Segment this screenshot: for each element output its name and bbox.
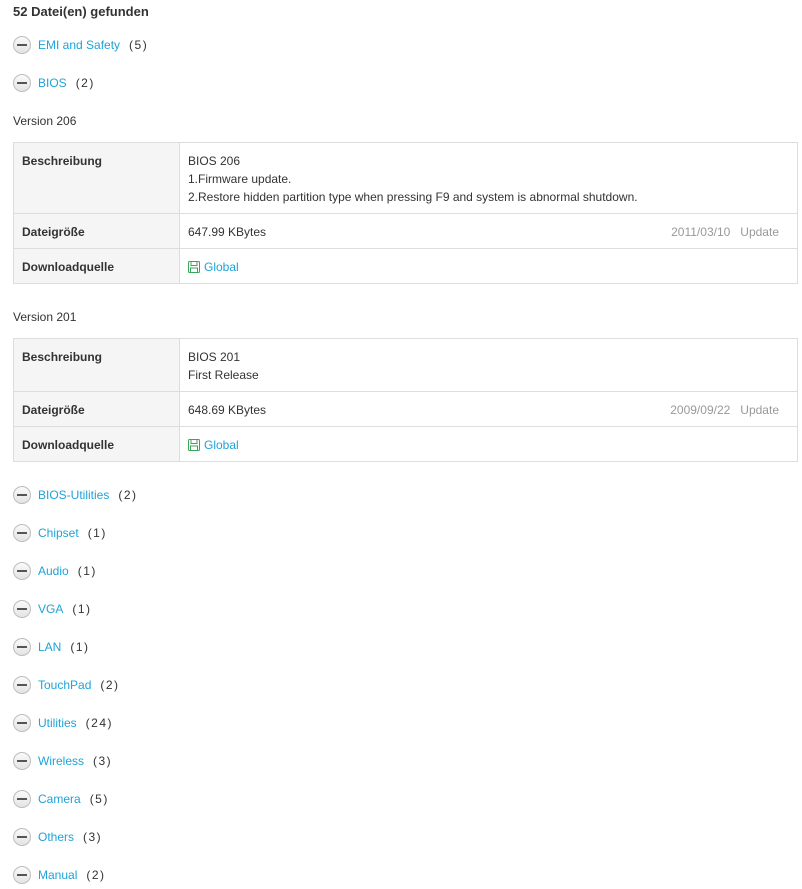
category-count: (5) <box>89 792 109 806</box>
category-wireless: Wireless (3) <box>13 751 112 771</box>
description-line: First Release <box>188 368 259 382</box>
release-date: 2011/03/10 <box>671 225 731 239</box>
category-link-bios[interactable]: BIOS <box>38 76 67 90</box>
category-count: (24) <box>85 716 114 730</box>
filesize-row: Dateigröße 648.69 KBytes 2009/09/22 Updat… <box>13 391 798 427</box>
category-link-touchpad[interactable]: TouchPad <box>38 678 91 692</box>
category-count: (2) <box>118 488 138 502</box>
category-link-others[interactable]: Others <box>38 830 74 844</box>
category-link-vga[interactable]: VGA <box>38 602 63 616</box>
category-audio: Audio (1) <box>13 561 97 581</box>
category-count: (1) <box>77 564 97 578</box>
update-text: Update <box>740 403 779 417</box>
collapse-minus-icon[interactable] <box>13 752 31 770</box>
category-link-audio[interactable]: Audio <box>38 564 69 578</box>
file-size: 647.99 KBytes <box>188 225 267 239</box>
category-bios-utilities: BIOS-Utilities (2) <box>13 485 138 505</box>
file-size: 648.69 KBytes <box>188 403 267 417</box>
category-count: (3) <box>83 830 103 844</box>
category-link-camera[interactable]: Camera <box>38 792 81 806</box>
description-value: BIOS 201 First Release <box>180 339 798 392</box>
category-count: (1) <box>70 640 90 654</box>
download-row: Downloadquelle Global <box>13 248 798 284</box>
filesize-label: Dateigröße <box>13 391 180 427</box>
filesize-label: Dateigröße <box>13 213 180 249</box>
category-count: (3) <box>93 754 113 768</box>
filesize-value: 648.69 KBytes 2009/09/22 Update <box>179 391 798 427</box>
update-text: Update <box>740 225 779 239</box>
description-row: Beschreibung BIOS 201 First Release <box>13 338 798 392</box>
category-count: (5) <box>129 38 149 52</box>
floppy-disk-icon <box>188 439 200 451</box>
collapse-minus-icon[interactable] <box>13 600 31 618</box>
download-global-link[interactable]: Global <box>188 258 239 276</box>
category-camera: Camera (5) <box>13 789 109 809</box>
category-link-wireless[interactable]: Wireless <box>38 754 84 768</box>
description-row: Beschreibung BIOS 206 1.Firmware update.… <box>13 142 798 214</box>
collapse-minus-icon[interactable] <box>13 638 31 656</box>
collapse-minus-icon[interactable] <box>13 562 31 580</box>
bios-201-details: Beschreibung BIOS 201 First Release Date… <box>13 338 798 462</box>
download-global-link[interactable]: Global <box>188 436 239 454</box>
filesize-value: 647.99 KBytes 2011/03/10 Update <box>179 213 798 249</box>
bios-206-details: Beschreibung BIOS 206 1.Firmware update.… <box>13 142 798 284</box>
category-lan: LAN (1) <box>13 637 90 657</box>
collapse-minus-icon[interactable] <box>13 866 31 884</box>
page-title: 52 Datei(en) gefunden <box>13 4 149 19</box>
collapse-minus-icon[interactable] <box>13 828 31 846</box>
category-link-chipset[interactable]: Chipset <box>38 526 79 540</box>
category-manual: Manual (2) <box>13 865 106 885</box>
collapse-minus-icon[interactable] <box>13 714 31 732</box>
description-value: BIOS 206 1.Firmware update. 2.Restore hi… <box>180 143 798 214</box>
collapse-minus-icon[interactable] <box>13 524 31 542</box>
description-line: 2.Restore hidden partition type when pre… <box>188 190 638 204</box>
description-label: Beschreibung <box>13 142 180 214</box>
description-label: Beschreibung <box>13 338 180 392</box>
category-count: (2) <box>75 76 95 90</box>
category-count: (2) <box>86 868 106 882</box>
download-value: Global <box>179 248 798 284</box>
category-bios: BIOS (2) <box>13 73 95 93</box>
version-label: Version 206 <box>13 114 77 128</box>
collapse-minus-icon[interactable] <box>13 74 31 92</box>
description-line: BIOS 201 <box>188 350 241 364</box>
collapse-minus-icon[interactable] <box>13 486 31 504</box>
download-row: Downloadquelle Global <box>13 426 798 462</box>
category-link-utilities[interactable]: Utilities <box>38 716 77 730</box>
category-link-lan[interactable]: LAN <box>38 640 61 654</box>
floppy-disk-icon <box>188 261 200 273</box>
collapse-minus-icon[interactable] <box>13 676 31 694</box>
download-value: Global <box>179 426 798 462</box>
category-utilities: Utilities (24) <box>13 713 113 733</box>
version-label: Version 201 <box>13 310 77 324</box>
category-count: (2) <box>100 678 120 692</box>
collapse-minus-icon[interactable] <box>13 790 31 808</box>
category-link-emi-and-safety[interactable]: EMI and Safety <box>38 38 120 52</box>
category-emi-and-safety: EMI and Safety (5) <box>13 35 148 55</box>
release-date: 2009/09/22 <box>670 403 731 417</box>
description-line: 1.Firmware update. <box>188 172 292 186</box>
category-others: Others (3) <box>13 827 102 847</box>
category-link-bios-utilities[interactable]: BIOS-Utilities <box>38 488 109 502</box>
collapse-minus-icon[interactable] <box>13 36 31 54</box>
filesize-row: Dateigröße 647.99 KBytes 2011/03/10 Updat… <box>13 213 798 249</box>
category-vga: VGA (1) <box>13 599 92 619</box>
download-label: Downloadquelle <box>13 248 180 284</box>
category-link-manual[interactable]: Manual <box>38 868 77 882</box>
description-line: BIOS 206 <box>188 154 241 168</box>
category-count: (1) <box>87 526 107 540</box>
download-label: Downloadquelle <box>13 426 180 462</box>
category-chipset: Chipset (1) <box>13 523 107 543</box>
category-count: (1) <box>72 602 92 616</box>
category-touchpad: TouchPad (2) <box>13 675 120 695</box>
